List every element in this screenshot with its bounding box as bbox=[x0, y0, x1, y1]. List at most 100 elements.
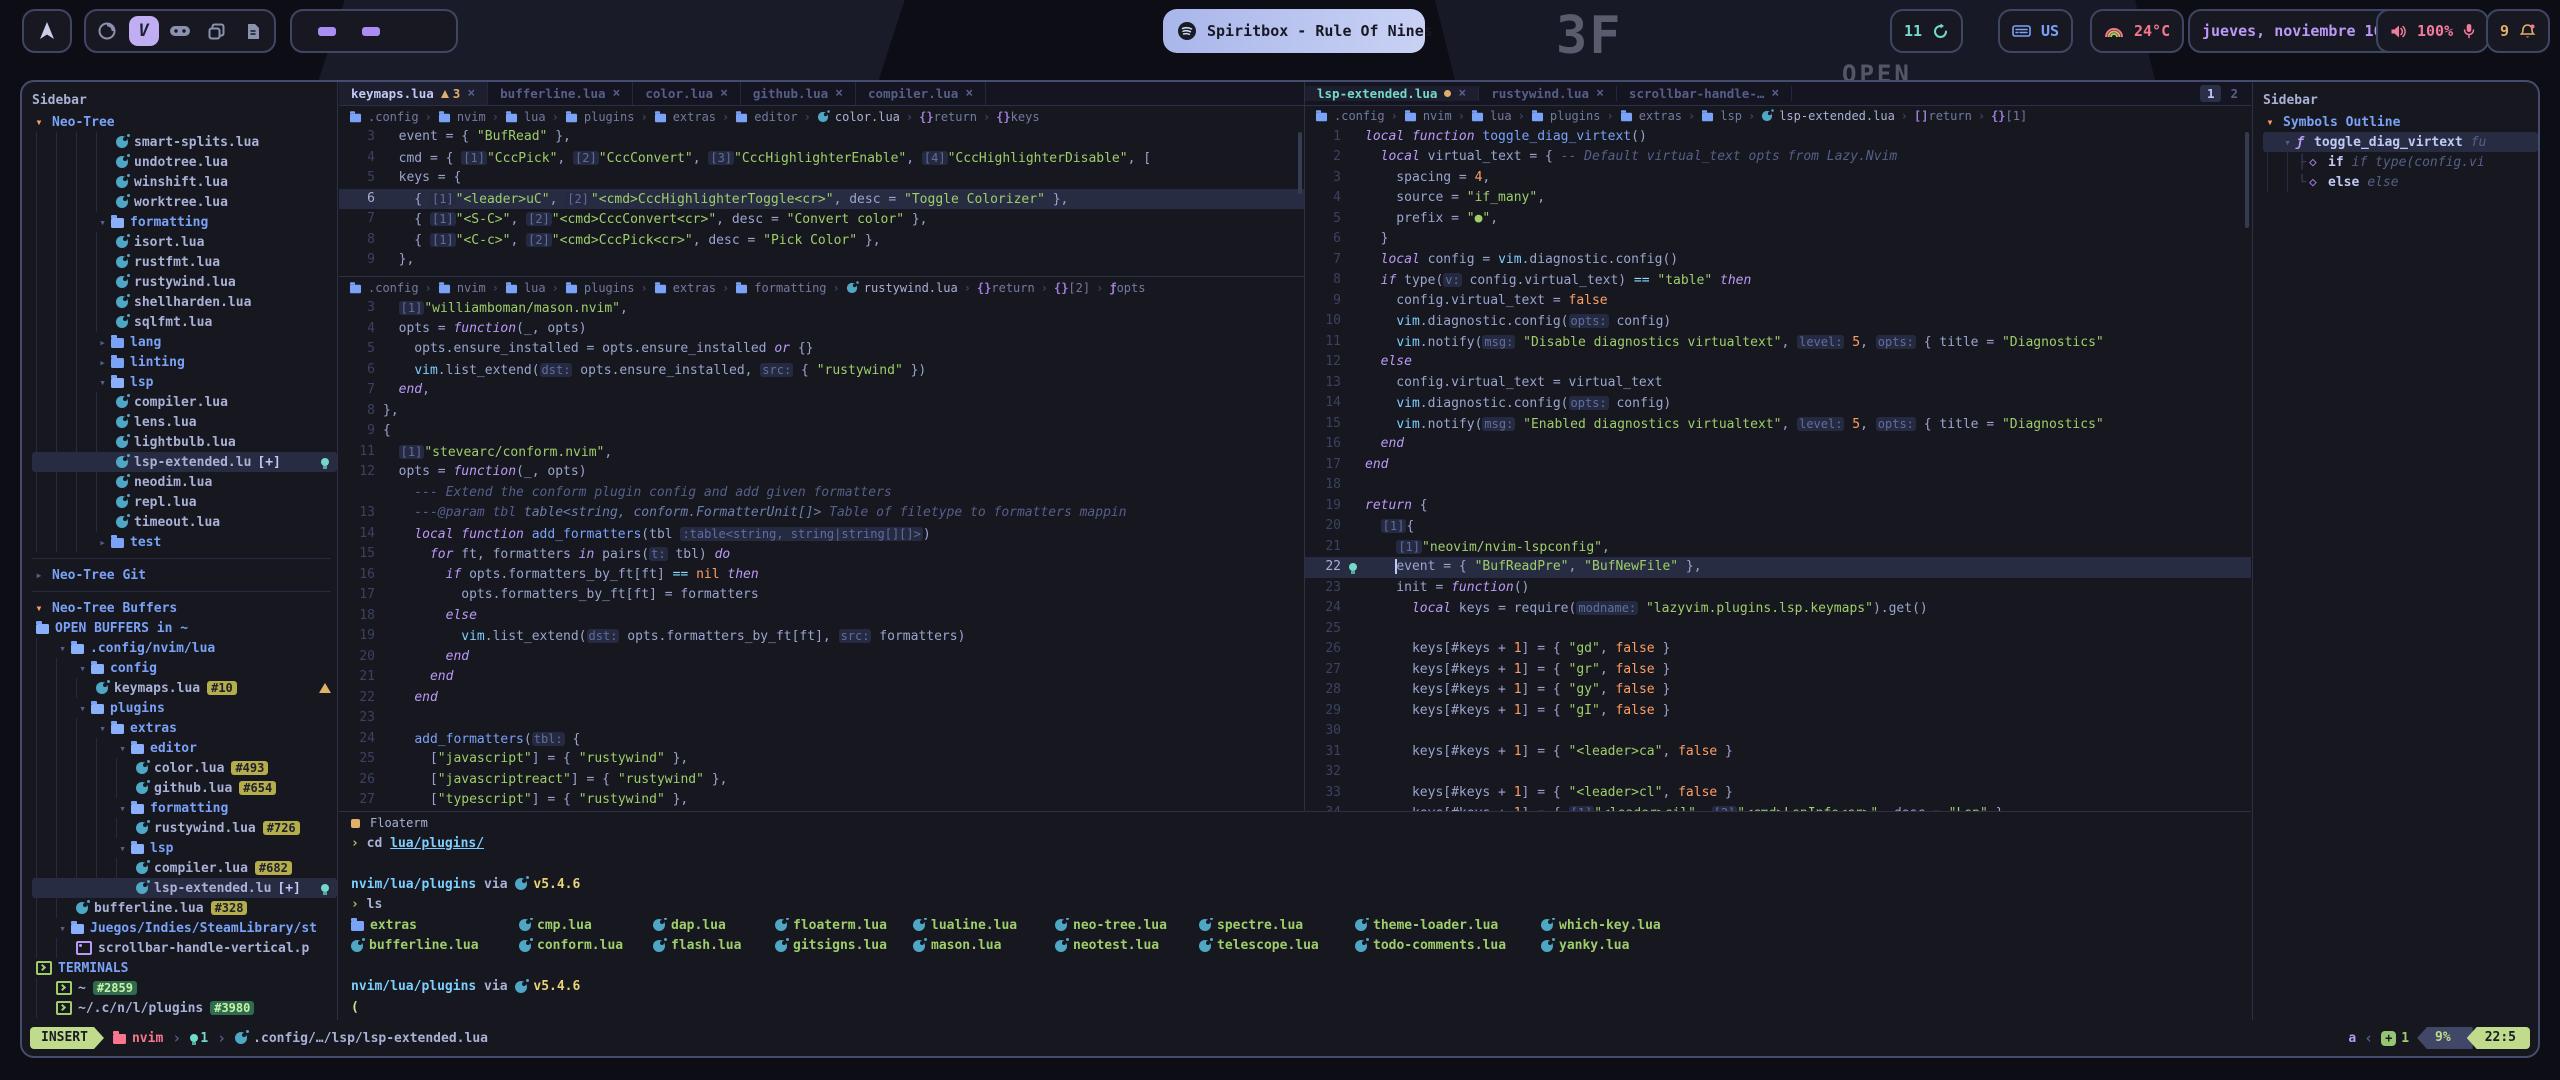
code-line[interactable]: 9 config.virtual_text = false bbox=[1305, 291, 2251, 312]
neotree-row[interactable]: ▸linting bbox=[32, 352, 337, 372]
breadcrumb-item[interactable]: .config bbox=[349, 281, 419, 295]
code-line[interactable]: 34 keys[#keys + 1] = { [1]"<leader>cil",… bbox=[1305, 803, 2251, 811]
code-line[interactable]: 12 opts = function(_, opts) bbox=[339, 462, 1304, 483]
neotree-row[interactable]: winshift.lua bbox=[32, 172, 337, 192]
tab-github.lua[interactable]: github.lua× bbox=[741, 82, 856, 105]
code-line[interactable]: 10 vim.diagnostic.config(opts: config) bbox=[1305, 311, 2251, 332]
code-line[interactable]: 25 bbox=[1305, 619, 2251, 640]
code-line[interactable]: 11 vim.notify(msg: "Disable diagnostics … bbox=[1305, 332, 2251, 353]
breadcrumb-item[interactable]: formatting bbox=[735, 281, 826, 295]
code-line[interactable]: 9{ bbox=[339, 421, 1304, 442]
breadcrumb-item[interactable]: {} return bbox=[977, 281, 1035, 295]
code-line[interactable]: 23 init = function() bbox=[1305, 578, 2251, 599]
tab-compiler.lua[interactable]: compiler.lua× bbox=[856, 82, 986, 105]
code-line[interactable]: 21 [1]"neovim/nvim-lspconfig", bbox=[1305, 537, 2251, 558]
ls-entry[interactable]: neo-tree.lua bbox=[1055, 918, 1199, 933]
ls-entry[interactable]: lualine.lua bbox=[913, 918, 1055, 933]
code-line[interactable]: 7 { [1]"<S-C>", [2]"<cmd>CccConvert<cr>"… bbox=[339, 209, 1304, 230]
breadcrumb-item[interactable]: {} [2] bbox=[1054, 281, 1090, 295]
code-line[interactable]: 33 keys[#keys + 1] = { "<leader>cl", fal… bbox=[1305, 783, 2251, 804]
code-line[interactable]: 32 bbox=[1305, 762, 2251, 783]
editor-split-rustywind-lua[interactable]: .config›nvim›lua›plugins›extras›formatti… bbox=[339, 277, 1304, 811]
breadcrumb-item[interactable]: lua bbox=[505, 281, 546, 295]
breadcrumb-item[interactable]: lsp bbox=[1701, 109, 1742, 123]
buffer-row[interactable]: TERMINALS bbox=[32, 958, 337, 978]
code-line[interactable]: 5 opts.ensure_installed = opts.ensure_in… bbox=[339, 339, 1304, 360]
code-line[interactable]: 23 bbox=[339, 708, 1304, 729]
code-line[interactable]: 18 bbox=[1305, 475, 2251, 496]
weather-widget[interactable]: 24°C bbox=[2090, 9, 2184, 53]
code-line[interactable]: 19return { bbox=[1305, 496, 2251, 517]
close-icon[interactable]: × bbox=[467, 86, 475, 101]
ls-entry[interactable]: theme-loader.lua bbox=[1355, 918, 1541, 933]
buffer-row[interactable]: ▾Juegos/Indies/SteamLibrary/st bbox=[32, 918, 337, 938]
code-line[interactable]: 12 else bbox=[1305, 352, 2251, 373]
breadcrumb-item[interactable]: nvim bbox=[438, 281, 486, 295]
tab-bufferline.lua[interactable]: bufferline.lua× bbox=[488, 82, 633, 105]
code-line[interactable]: 21 end bbox=[339, 667, 1304, 688]
tab-scrollbar-handle-[interactable]: scrollbar-handle-…× bbox=[1617, 86, 1792, 101]
code-line[interactable]: 6 vim.list_extend(dst: opts.ensure_insta… bbox=[339, 360, 1304, 381]
code-line[interactable]: 1local function toggle_diag_virtext() bbox=[1305, 127, 2251, 148]
code-line[interactable]: 18 else bbox=[339, 606, 1304, 627]
code-line[interactable]: 22 event = { "BufReadPre", "BufNewFile" … bbox=[1305, 557, 2251, 578]
neotree-row[interactable]: timeout.lua bbox=[32, 512, 337, 532]
workspace-gamepad[interactable] bbox=[165, 16, 195, 46]
neotree-row[interactable]: compiler.lua bbox=[32, 392, 337, 412]
code-line[interactable]: 11 [1]"stevearc/conform.nvim", bbox=[339, 442, 1304, 463]
workspace-firefox[interactable] bbox=[92, 16, 122, 46]
buffer-row[interactable]: ▾plugins bbox=[32, 698, 337, 718]
code-line[interactable]: 27 keys[#keys + 1] = { "gr", false } bbox=[1305, 660, 2251, 681]
close-icon[interactable]: × bbox=[1458, 86, 1466, 101]
ls-entry[interactable]: floaterm.lua bbox=[775, 918, 913, 933]
neotree-row[interactable]: shellharden.lua bbox=[32, 292, 337, 312]
breadcrumb-item[interactable]: extras bbox=[654, 110, 716, 124]
buffer-row[interactable]: rustywind.lua#726 bbox=[32, 818, 337, 838]
buffer-row[interactable]: ▾config bbox=[32, 658, 337, 678]
buffer-row[interactable]: ▾editor bbox=[32, 738, 337, 758]
neotree-row[interactable]: ▾formatting bbox=[32, 212, 337, 232]
close-icon[interactable]: × bbox=[1596, 86, 1604, 101]
breadcrumb-item[interactable]: color.lua bbox=[817, 110, 900, 124]
code-line[interactable]: 25 ["javascript"] = { "rustywind" }, bbox=[339, 749, 1304, 770]
close-icon[interactable]: × bbox=[720, 86, 728, 101]
code-line[interactable]: 24 local keys = require(modname: "lazyvi… bbox=[1305, 598, 2251, 619]
code-line[interactable]: 29 keys[#keys + 1] = { "gI", false } bbox=[1305, 701, 2251, 722]
buffer-row[interactable]: ~#2859 bbox=[32, 978, 337, 998]
neotree-row[interactable]: ▸lang bbox=[32, 332, 337, 352]
workspace-vim-active[interactable]: V bbox=[129, 16, 159, 46]
neotree-row[interactable]: undotree.lua bbox=[32, 152, 337, 172]
launcher-button[interactable] bbox=[22, 9, 72, 53]
code-line[interactable]: 26 keys[#keys + 1] = { "gd", false } bbox=[1305, 639, 2251, 660]
code-line[interactable]: 8}, bbox=[339, 401, 1304, 422]
ls-entry[interactable]: yanky.lua bbox=[1541, 938, 2251, 953]
breadcrumb-item[interactable]: [] return bbox=[1914, 109, 1972, 123]
breadcrumb-item[interactable]: plugins bbox=[565, 110, 635, 124]
spotify-now-playing[interactable]: Spiritbox - Rule Of Nines bbox=[1163, 9, 1425, 53]
code-line[interactable]: 14 vim.diagnostic.config(opts: config) bbox=[1305, 393, 2251, 414]
code-line[interactable]: 6 { [1]"<leader>uC", [2]"<cmd>CccHighlig… bbox=[339, 189, 1304, 210]
workspace-windows[interactable] bbox=[201, 16, 231, 46]
code-line[interactable]: 19 vim.list_extend(dst: opts.formatters_… bbox=[339, 626, 1304, 647]
code-line[interactable]: 4 opts = function(_, opts) bbox=[339, 319, 1304, 340]
ls-entry[interactable]: conform.lua bbox=[519, 938, 653, 953]
code-line[interactable]: 8 if type(v: config.virtual_text) == "ta… bbox=[1305, 270, 2251, 291]
breadcrumb-item[interactable]: .config bbox=[349, 110, 419, 124]
ls-entry[interactable]: which-key.lua bbox=[1541, 918, 2251, 933]
code-line[interactable]: 15 for ft, formatters in pairs(t: tbl) d… bbox=[339, 544, 1304, 565]
neotree-row[interactable]: ▾lsp bbox=[32, 372, 337, 392]
neotree-git-section-header[interactable]: ▸ Neo-Tree Git bbox=[32, 565, 337, 585]
breadcrumb-item[interactable]: .config bbox=[1315, 109, 1385, 123]
breadcrumb-item[interactable]: lua bbox=[1471, 109, 1512, 123]
code-line[interactable]: 20 [1]{ bbox=[1305, 516, 2251, 537]
buffer-row[interactable]: compiler.lua#682 bbox=[32, 858, 337, 878]
code-line[interactable]: 26 ["javascriptreact"] = { "rustywind" }… bbox=[339, 770, 1304, 791]
ls-entry[interactable]: bufferline.lua bbox=[351, 938, 519, 953]
buffer-row[interactable]: scrollbar-handle-vertical.p bbox=[32, 938, 337, 958]
workspace-document[interactable] bbox=[238, 16, 268, 46]
breadcrumb-item[interactable]: plugins bbox=[1531, 109, 1601, 123]
neotree-row[interactable]: neodim.lua bbox=[32, 472, 337, 492]
ls-entry[interactable]: flash.lua bbox=[653, 938, 775, 953]
outline-symbol-row[interactable]: ▾ƒtoggle_diag_virtextfu bbox=[2263, 132, 2538, 152]
code-line[interactable]: 31 keys[#keys + 1] = { "<leader>ca", fal… bbox=[1305, 742, 2251, 763]
